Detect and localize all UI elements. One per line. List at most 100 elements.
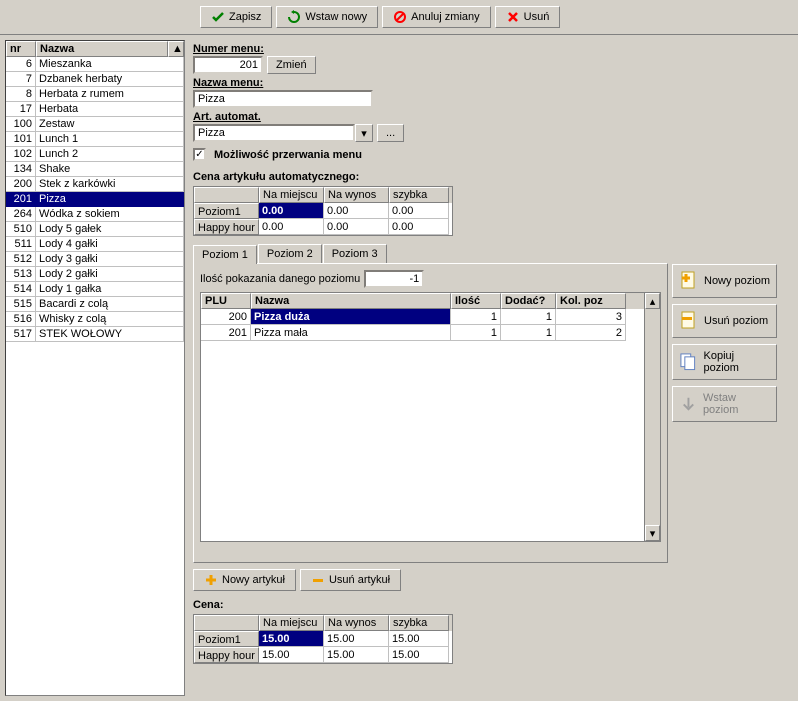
toolbar: Zapisz Wstaw nowy Anuluj zmiany Usuń xyxy=(0,0,798,35)
delete-label: Usuń xyxy=(524,11,550,23)
delete-button[interactable]: Usuń xyxy=(495,6,561,28)
plu-col-kol[interactable]: Kol. poz xyxy=(556,293,626,309)
plu-grid: PLU Nazwa Ilość Dodać? Kol. poz 200Pizza… xyxy=(200,292,661,542)
col-nr[interactable]: nr xyxy=(6,41,36,57)
tab-poziom2[interactable]: Poziom 2 xyxy=(258,244,322,263)
scroll-down-icon[interactable]: ▾ xyxy=(645,525,660,541)
plu-col-nazwa[interactable]: Nazwa xyxy=(251,293,451,309)
mozliwosc-row[interactable]: ✓ Możliwość przerwania menu xyxy=(193,148,790,161)
insert-new-button[interactable]: Wstaw nowy xyxy=(276,6,378,28)
list-item[interactable]: 517STEK WOŁOWY xyxy=(6,327,184,342)
copy-icon xyxy=(678,351,700,373)
list-item[interactable]: 102Lunch 2 xyxy=(6,147,184,162)
table-row[interactable]: Poziom115.0015.0015.00 xyxy=(194,631,452,647)
list-item[interactable]: 512Lody 3 gałki xyxy=(6,252,184,267)
dots-button[interactable]: ... xyxy=(377,124,404,142)
art-automat-dropdown[interactable]: Pizza ▾ xyxy=(193,124,373,142)
usun-poziom-label: Usuń poziom xyxy=(704,315,768,327)
col-name[interactable]: Nazwa xyxy=(36,41,168,57)
side-buttons: Nowy poziom Usuń poziom Kopiuj poziom Ws… xyxy=(672,264,777,428)
tabbox: Ilość pokazania danego poziomu -1 PLU Na… xyxy=(193,263,668,563)
usun-artykul-button[interactable]: Usuń artykuł xyxy=(300,569,401,591)
cena-col-blank xyxy=(194,615,259,631)
scroll-up-icon[interactable]: ▴ xyxy=(645,293,660,309)
cena-col-miejscu: Na miejscu xyxy=(259,615,324,631)
list-item[interactable]: 264Wódka z sokiem xyxy=(6,207,184,222)
save-button[interactable]: Zapisz xyxy=(200,6,272,28)
price-auto-grid: Na miejscu Na wynos szybka Poziom10.000.… xyxy=(193,186,453,236)
cena-grid: Na miejscu Na wynos szybka Poziom115.001… xyxy=(193,614,453,664)
minus-page-icon xyxy=(678,310,700,332)
cancel-label: Anuluj zmiany xyxy=(411,11,479,23)
nazwa-menu-input[interactable]: Pizza xyxy=(193,90,373,108)
refresh-icon xyxy=(287,10,301,24)
list-item[interactable]: 134Shake xyxy=(6,162,184,177)
price-auto-col-miejscu: Na miejscu xyxy=(259,187,324,203)
list-item[interactable]: 8Herbata z rumem xyxy=(6,87,184,102)
check-icon xyxy=(211,10,225,24)
forbid-icon xyxy=(393,10,407,24)
table-row[interactable]: 201Pizza mała112 xyxy=(201,325,660,341)
list-item[interactable]: 200Stek z karkówki xyxy=(6,177,184,192)
left-list-body[interactable]: 6Mieszanka7Dzbanek herbaty8Herbata z rum… xyxy=(6,57,184,695)
wstaw-poziom-label: Wstaw poziom xyxy=(703,392,771,416)
nowy-poziom-label: Nowy poziom xyxy=(704,275,770,287)
nowy-artykul-button[interactable]: Nowy artykuł xyxy=(193,569,296,591)
left-list-header: nr Nazwa ▲ xyxy=(6,41,184,57)
list-item[interactable]: 6Mieszanka xyxy=(6,57,184,72)
list-item[interactable]: 513Lody 2 gałki xyxy=(6,267,184,282)
price-auto-col-szybka: szybka xyxy=(389,187,449,203)
list-item[interactable]: 7Dzbanek herbaty xyxy=(6,72,184,87)
kopiuj-poziom-label: Kopiuj poziom xyxy=(704,350,772,374)
tab-poziom3[interactable]: Poziom 3 xyxy=(323,244,387,263)
list-item[interactable]: 510Lody 5 gałek xyxy=(6,222,184,237)
scroll-up-icon[interactable]: ▲ xyxy=(168,41,184,57)
kopiuj-poziom-button[interactable]: Kopiuj poziom xyxy=(672,344,777,380)
usun-poziom-button[interactable]: Usuń poziom xyxy=(672,304,777,338)
save-label: Zapisz xyxy=(229,11,261,23)
table-row[interactable]: Happy hour0.000.000.00 xyxy=(194,219,452,235)
cancel-button[interactable]: Anuluj zmiany xyxy=(382,6,490,28)
mozliwosc-label: Możliwość przerwania menu xyxy=(214,149,362,161)
plu-col-ilosc[interactable]: Ilość xyxy=(451,293,501,309)
ilosc-label: Ilość pokazania danego poziomu xyxy=(200,273,360,285)
zmien-button[interactable]: Zmień xyxy=(267,56,316,74)
cena-col-wynos: Na wynos xyxy=(324,615,389,631)
cena-col-szybka: szybka xyxy=(389,615,449,631)
main: nr Nazwa ▲ 6Mieszanka7Dzbanek herbaty8He… xyxy=(0,35,798,701)
list-item[interactable]: 201Pizza xyxy=(6,192,184,207)
tab-poziom1[interactable]: Poziom 1 xyxy=(193,245,257,264)
usun-artykul-label: Usuń artykuł xyxy=(329,574,390,586)
table-row[interactable]: Happy hour15.0015.0015.00 xyxy=(194,647,452,663)
chevron-down-icon[interactable]: ▾ xyxy=(355,124,373,142)
list-item[interactable]: 514Lody 1 gałka xyxy=(6,282,184,297)
list-item[interactable]: 17Herbata xyxy=(6,102,184,117)
plus-icon xyxy=(204,573,218,587)
list-item[interactable]: 516Whisky z colą xyxy=(6,312,184,327)
plu-col-plu[interactable]: PLU xyxy=(201,293,251,309)
nowy-poziom-button[interactable]: Nowy poziom xyxy=(672,264,777,298)
insert-new-label: Wstaw nowy xyxy=(305,11,367,23)
numer-menu-label: Numer menu: xyxy=(193,43,790,55)
art-automat-value: Pizza xyxy=(193,124,355,142)
left-list: nr Nazwa ▲ 6Mieszanka7Dzbanek herbaty8He… xyxy=(5,40,185,696)
nazwa-menu-label: Nazwa menu: xyxy=(193,77,790,89)
cena-header: Cena: xyxy=(193,599,790,611)
nowy-artykul-label: Nowy artykuł xyxy=(222,574,285,586)
wstaw-poziom-button: Wstaw poziom xyxy=(672,386,777,422)
tabs: Poziom 1 Poziom 2 Poziom 3 xyxy=(193,244,790,263)
ilosc-input[interactable]: -1 xyxy=(364,270,424,288)
table-row[interactable]: Poziom10.000.000.00 xyxy=(194,203,452,219)
scrollbar-vertical[interactable]: ▴ ▾ xyxy=(644,293,660,541)
numer-menu-input[interactable]: 201 xyxy=(193,56,263,74)
mozliwosc-checkbox[interactable]: ✓ xyxy=(193,148,206,161)
list-item[interactable]: 515Bacardi z colą xyxy=(6,297,184,312)
x-icon xyxy=(506,10,520,24)
list-item[interactable]: 101Lunch 1 xyxy=(6,132,184,147)
price-auto-col-wynos: Na wynos xyxy=(324,187,389,203)
plu-col-dodac[interactable]: Dodać? xyxy=(501,293,556,309)
list-item[interactable]: 100Zestaw xyxy=(6,117,184,132)
list-item[interactable]: 511Lody 4 gałki xyxy=(6,237,184,252)
table-row[interactable]: 200Pizza duża113 xyxy=(201,309,660,325)
plus-page-icon xyxy=(678,270,700,292)
